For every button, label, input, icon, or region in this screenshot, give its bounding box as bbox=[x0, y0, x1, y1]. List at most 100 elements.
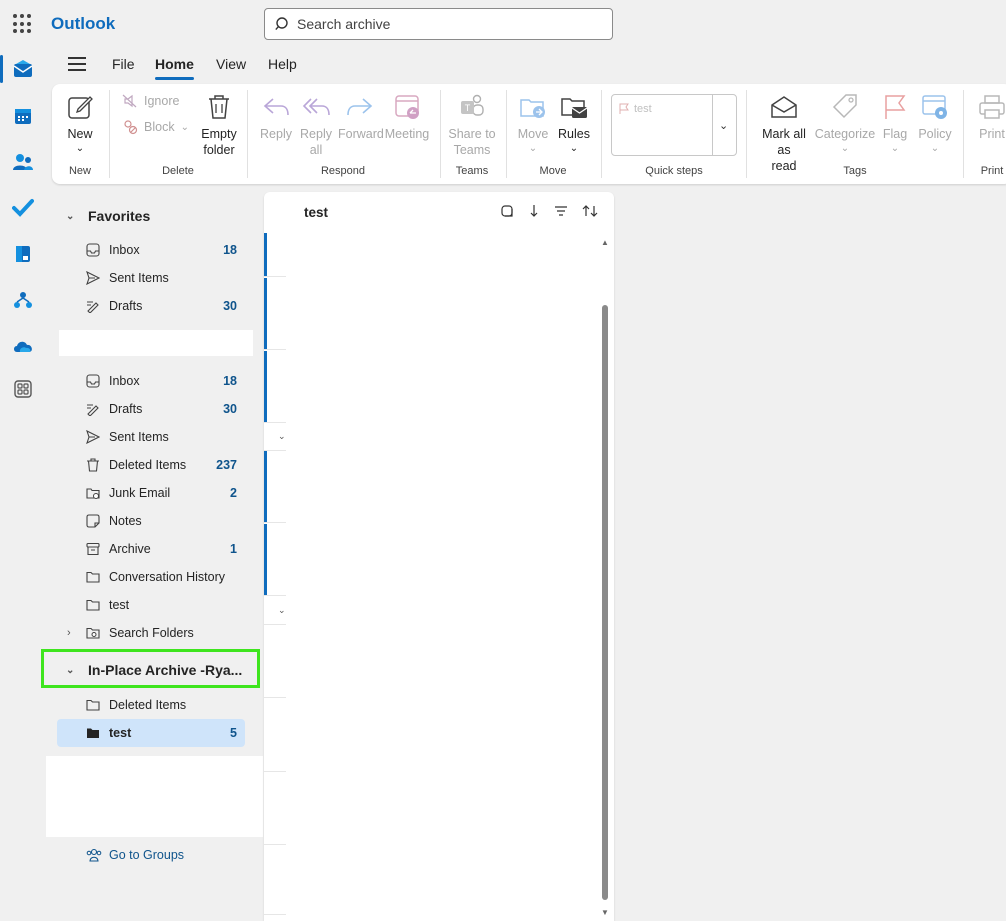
quick-steps-divider bbox=[712, 95, 713, 155]
app-launcher-icon[interactable] bbox=[13, 14, 33, 34]
archive-folder-deleted-items[interactable]: Deleted Items bbox=[57, 691, 245, 719]
scroll-down-icon[interactable]: ▼ bbox=[601, 908, 609, 917]
chevron-down-icon[interactable]: ⌄ bbox=[914, 144, 956, 154]
sort-icon[interactable] bbox=[582, 204, 598, 218]
select-icon[interactable] bbox=[500, 204, 514, 218]
unread-count: 30 bbox=[223, 402, 237, 416]
favorite-inbox[interactable]: Inbox 18 bbox=[57, 236, 245, 264]
inbox-icon bbox=[85, 373, 101, 389]
reply-all-label-1: Reply bbox=[300, 127, 332, 141]
tab-file[interactable]: File bbox=[112, 56, 135, 72]
trash-icon bbox=[85, 457, 101, 473]
folder-conversation-history[interactable]: Conversation History bbox=[57, 563, 245, 591]
folder-test[interactable]: test bbox=[57, 591, 245, 619]
tab-help[interactable]: Help bbox=[268, 56, 297, 72]
mail-icon[interactable] bbox=[8, 54, 38, 84]
folder-search-folders[interactable]: › Search Folders bbox=[57, 619, 245, 647]
filter-icon[interactable] bbox=[554, 205, 568, 217]
reply-icon bbox=[263, 98, 289, 116]
todo-icon[interactable] bbox=[8, 193, 38, 223]
share-to-teams-button[interactable]: T Share to Teams bbox=[446, 92, 498, 158]
quick-step-label: test bbox=[634, 103, 652, 115]
folder-name: Sent Items bbox=[109, 271, 169, 285]
rules-button[interactable]: Rules ⌄ bbox=[556, 92, 592, 154]
quick-step-item[interactable]: test bbox=[618, 103, 652, 115]
go-to-groups-link[interactable]: Go to Groups bbox=[86, 848, 184, 862]
folder-inbox[interactable]: Inbox 18 bbox=[57, 367, 245, 395]
folder-notes[interactable]: Notes bbox=[57, 507, 245, 535]
chevron-down-icon[interactable]: ⌄ bbox=[514, 144, 552, 154]
mark-all-read-button[interactable]: Mark all as read bbox=[754, 92, 814, 174]
folder-pane: ⌄ Favorites Inbox 18 Sent Items Drafts 3… bbox=[46, 190, 263, 921]
archive-folder-test[interactable]: test 5 bbox=[57, 719, 245, 747]
favorite-sent-items[interactable]: Sent Items bbox=[57, 264, 245, 292]
reply-button[interactable]: Reply bbox=[256, 92, 296, 142]
move-button[interactable]: Move ⌄ bbox=[514, 92, 552, 154]
quick-steps-gallery[interactable]: test ⌄ bbox=[611, 94, 737, 156]
categorize-label: Categorize bbox=[814, 127, 876, 141]
scrollbar-thumb[interactable] bbox=[602, 305, 608, 900]
row-divider bbox=[264, 624, 286, 625]
unread-count: 30 bbox=[223, 299, 237, 313]
group-label-tags: Tags bbox=[843, 165, 867, 177]
ignore-button[interactable]: Ignore bbox=[122, 93, 179, 109]
flag-button[interactable]: Flag ⌄ bbox=[876, 92, 914, 154]
group-label-quick-steps: Quick steps bbox=[645, 165, 703, 177]
chevron-down-icon[interactable]: ⌄ bbox=[181, 122, 189, 133]
favorite-drafts[interactable]: Drafts 30 bbox=[57, 292, 245, 320]
tab-home[interactable]: Home bbox=[155, 56, 194, 80]
junk-icon bbox=[85, 485, 101, 501]
favorites-label: Favorites bbox=[88, 208, 151, 224]
people-icon[interactable] bbox=[8, 147, 38, 177]
tab-view[interactable]: View bbox=[216, 56, 246, 72]
org-explorer-icon[interactable] bbox=[8, 285, 38, 315]
block-label: Block bbox=[144, 120, 175, 134]
chevron-down-icon[interactable]: ⌄ bbox=[814, 144, 876, 154]
meeting-label: Meeting bbox=[384, 127, 430, 141]
empty-folder-button[interactable]: Empty folder bbox=[197, 92, 241, 158]
folder-drafts[interactable]: Drafts 30 bbox=[57, 395, 245, 423]
word-icon[interactable] bbox=[8, 239, 38, 269]
group-label-new: New bbox=[68, 165, 91, 177]
meeting-button[interactable]: Meeting bbox=[384, 92, 430, 142]
unread-count: 2 bbox=[230, 486, 237, 500]
reply-all-button[interactable]: Reply all bbox=[296, 92, 336, 158]
account-name-redacted[interactable] bbox=[59, 330, 253, 356]
new-mail-button[interactable]: New ⌄ bbox=[60, 92, 100, 154]
rules-label: Rules bbox=[558, 127, 590, 141]
chevron-down-icon[interactable]: ⌄ bbox=[60, 144, 100, 154]
folder-name: Inbox bbox=[109, 374, 140, 388]
search-input[interactable] bbox=[297, 16, 597, 32]
scroll-up-icon[interactable]: ▲ bbox=[601, 238, 609, 247]
calendar-icon[interactable] bbox=[8, 101, 38, 131]
chevron-right-icon[interactable]: › bbox=[67, 627, 71, 639]
hamburger-menu-icon[interactable] bbox=[68, 57, 86, 71]
chevron-down-icon[interactable]: ⌄ bbox=[278, 431, 286, 442]
chevron-down-icon[interactable]: ⌄ bbox=[278, 605, 286, 616]
folder-junk-email[interactable]: Junk Email 2 bbox=[57, 479, 245, 507]
onedrive-icon[interactable] bbox=[8, 331, 38, 361]
search-box[interactable] bbox=[264, 8, 613, 40]
folder-sent-items[interactable]: Sent Items bbox=[57, 423, 245, 451]
chevron-down-icon[interactable]: ⌄ bbox=[876, 144, 914, 154]
chevron-down-icon[interactable]: ⌄ bbox=[66, 211, 76, 222]
forward-button[interactable]: Forward bbox=[338, 92, 384, 142]
chevron-down-icon[interactable]: ⌄ bbox=[719, 119, 728, 132]
row-divider bbox=[264, 595, 286, 596]
chevron-down-icon[interactable]: ⌄ bbox=[556, 144, 592, 154]
row-divider bbox=[264, 422, 286, 423]
app-title[interactable]: Outlook bbox=[51, 14, 115, 34]
jump-to-icon[interactable] bbox=[528, 204, 540, 218]
favorites-header[interactable]: ⌄ Favorites bbox=[66, 208, 150, 224]
print-button[interactable]: Print bbox=[972, 92, 1006, 142]
policy-button[interactable]: Policy ⌄ bbox=[914, 92, 956, 154]
folder-deleted-items[interactable]: Deleted Items 237 bbox=[57, 451, 245, 479]
folder-icon bbox=[85, 569, 101, 585]
block-button[interactable]: Block ⌄ bbox=[122, 119, 189, 135]
folder-archive[interactable]: Archive 1 bbox=[57, 535, 245, 563]
categorize-button[interactable]: Categorize ⌄ bbox=[814, 92, 876, 154]
more-apps-icon[interactable] bbox=[8, 374, 38, 404]
unread-indicator bbox=[264, 524, 267, 595]
message-list-title: test bbox=[304, 205, 329, 220]
unread-indicator bbox=[264, 278, 267, 349]
